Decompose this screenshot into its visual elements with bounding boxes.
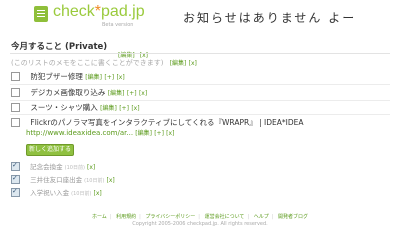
logo-subtitle: Beta version <box>102 22 134 28</box>
done-delete-link[interactable]: [x] <box>107 177 115 184</box>
todo-item: デジカメ画像取り込み [編集] [+] [x] <box>11 87 147 98</box>
todo-label: スーツ・シャツ購入 <box>30 103 98 112</box>
done-date: (10日前) <box>71 191 92 197</box>
todo-edit-link[interactable]: [編集] <box>108 90 125 97</box>
todo-add-link[interactable]: [+] <box>104 74 114 81</box>
todo-label: デジカメ画像取り込み <box>30 88 106 97</box>
done-label: 記念会換金 <box>30 163 63 171</box>
todo-label: Flickrのパノラマ写真をインタラクティブにしてくれる『WRAPR』 | ID… <box>30 118 304 127</box>
header: check*pad.jp Beta version お知らせはありません よー <box>0 0 400 30</box>
todo-delete-link[interactable]: [x] <box>116 74 124 81</box>
todo-item: スーツ・シャツ購入 [編集] [+] [x] <box>11 102 140 113</box>
done-checkbox[interactable] <box>11 174 20 184</box>
done-date: (10日前) <box>84 178 105 184</box>
row-divider <box>10 114 390 115</box>
memo-edit-link[interactable]: [編集] <box>170 60 187 67</box>
done-item: 記念会換金 (10日前) [x] <box>11 161 95 172</box>
todo-checkbox[interactable] <box>11 87 20 97</box>
done-label: 三井住友口座出金 <box>30 176 83 184</box>
logo-text: check*pad.jp <box>53 3 145 20</box>
todo-checkbox[interactable] <box>11 102 20 112</box>
footer-link-terms[interactable]: 利用規約 <box>116 214 136 220</box>
todo-add-link[interactable]: [+] <box>154 130 164 137</box>
todo-delete-link[interactable]: [x] <box>166 130 174 137</box>
todo-edit-link[interactable]: [編集] <box>135 130 152 137</box>
todo-delete-link[interactable]: [x] <box>139 90 147 97</box>
row-divider <box>10 100 390 101</box>
done-label: 入学祝い入金 <box>30 189 70 197</box>
footer-link-company[interactable]: 運営会社について <box>205 214 245 220</box>
footer-link-privacy[interactable]: プライバシーポリシー <box>145 214 195 220</box>
todo-item: 防犯ブザー修理 [編集] [+] [x] <box>11 71 125 82</box>
list-memo: (このリストのメモをここに書くことができます) [編集] [x] <box>11 58 197 68</box>
done-date: (10日前) <box>64 165 85 171</box>
memo-delete-link[interactable]: [x] <box>189 60 197 67</box>
todo-checkbox[interactable] <box>11 117 20 127</box>
todo-checkbox[interactable] <box>11 71 20 81</box>
done-delete-link[interactable]: [x] <box>87 164 95 171</box>
done-checkbox[interactable] <box>11 187 20 197</box>
todo-edit-link[interactable]: [編集] <box>85 74 102 81</box>
todo-url-row: http://www.ideaxidea.com/ar... [編集] [+] … <box>26 128 174 137</box>
todo-add-link[interactable]: [+] <box>127 90 137 97</box>
todo-edit-link[interactable]: [編集] <box>100 105 117 112</box>
divider <box>10 53 390 54</box>
todo-label: 防犯ブザー修理 <box>30 72 83 81</box>
memo-placeholder[interactable]: (このリストのメモをここに書くことができます) <box>11 59 163 67</box>
done-item: 三井住友口座出金 (10日前) [x] <box>11 174 115 185</box>
todo-delete-link[interactable]: [x] <box>131 105 139 112</box>
done-item: 入学祝い入金 (10日前) [x] <box>11 187 102 198</box>
done-checkbox[interactable] <box>11 161 20 171</box>
footer-link-blog[interactable]: 開発者ブログ <box>278 214 308 220</box>
todo-add-link[interactable]: [+] <box>119 105 129 112</box>
footer-link-help[interactable]: ヘルプ <box>254 214 269 220</box>
add-item-button[interactable]: 新しく追加する <box>26 144 74 156</box>
footer-link-home[interactable]: ホーム <box>92 214 107 220</box>
footer-links: ホーム | 利用規約 | プライバシーポリシー | 運営会社について | ヘルプ | 開発… <box>91 214 309 220</box>
row-divider <box>10 84 390 85</box>
done-delete-link[interactable]: [x] <box>94 190 102 197</box>
todo-url-link[interactable]: http://www.ideaxidea.com/ar... <box>26 129 133 137</box>
todo-item: Flickrのパノラマ写真をインタラクティブにしてくれる『WRAPR』 | ID… <box>11 117 303 128</box>
notepad-icon <box>34 6 48 22</box>
list-title: 今月すること (Private) <box>11 42 108 52</box>
notice-message: お知らせはありません よー <box>183 11 357 25</box>
copyright: Copyright 2005-2006 checkpad.jp. All rig… <box>132 221 268 227</box>
